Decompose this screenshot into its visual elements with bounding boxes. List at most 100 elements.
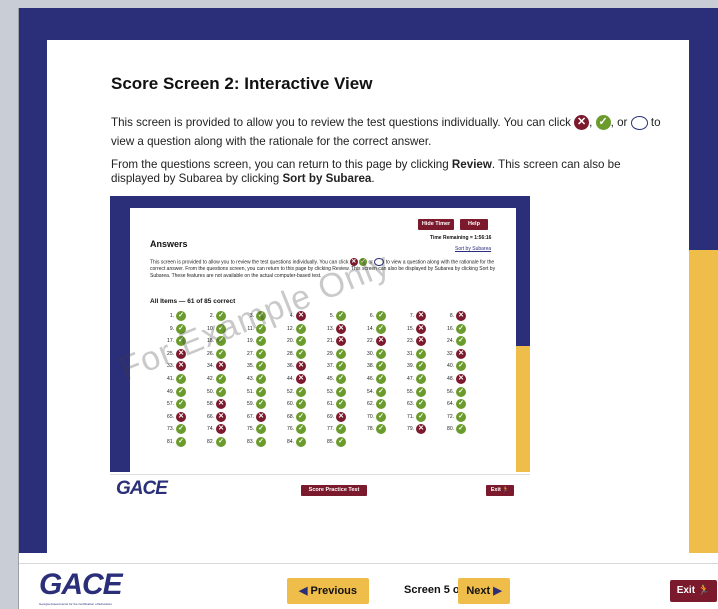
answer-item[interactable]: 59. ✓ (240, 399, 280, 410)
x-circle-icon: ✕ (456, 374, 466, 384)
answer-item[interactable]: 70. ✓ (360, 411, 400, 423)
answer-item-number: 39. (407, 363, 414, 370)
answer-item[interactable]: 40. ✓ (440, 361, 480, 372)
answer-item[interactable]: 31. ✓ (400, 348, 440, 360)
answer-item[interactable]: 7. ✕ (400, 311, 440, 322)
answer-item-number: 32. (447, 350, 454, 357)
answer-item[interactable]: 24. ✓ (440, 336, 480, 347)
answer-item[interactable]: 45. ✓ (320, 374, 360, 385)
x-circle-icon: ✕ (176, 411, 186, 422)
next-button[interactable]: Next ▶ (458, 578, 510, 604)
answer-item-number: 85. (327, 439, 334, 445)
answer-item[interactable]: 32. ✕ (440, 348, 480, 360)
check-circle-icon: ✓ (296, 336, 306, 347)
answer-item[interactable]: 55. ✓ (400, 386, 440, 398)
answer-item[interactable]: 46. ✓ (360, 374, 400, 385)
answer-item[interactable]: 69. ✕ (320, 411, 360, 423)
answer-item[interactable]: 79. ✕ (400, 424, 440, 435)
answer-item[interactable]: 81. ✓ (160, 437, 200, 448)
answer-item[interactable]: 36. ✕ (280, 361, 320, 372)
answer-item[interactable]: 6. ✓ (360, 311, 400, 322)
answer-item[interactable]: 78. ✓ (360, 424, 400, 435)
answer-item[interactable]: 42. ✓ (200, 374, 240, 385)
answer-item[interactable]: 62. ✓ (360, 399, 400, 410)
answer-item[interactable]: 60. ✓ (280, 399, 320, 410)
answer-item[interactable]: 84. ✓ (280, 437, 320, 448)
answer-item[interactable]: 53. ✓ (320, 386, 360, 398)
answer-item[interactable]: 52. ✓ (280, 386, 320, 398)
answer-item[interactable]: 76. ✓ (280, 424, 320, 435)
answer-item[interactable]: 63. ✓ (400, 399, 440, 410)
answer-item-number: 65. (167, 413, 174, 420)
answer-item-number: 74. (207, 426, 214, 433)
answer-item[interactable]: 39. ✓ (400, 361, 440, 372)
check-circle-icon: ✓ (176, 424, 186, 435)
x-circle-icon: ✕ (336, 336, 346, 347)
answer-item[interactable]: 58. ✕ (200, 399, 240, 410)
previous-button[interactable]: ◀ Previous (287, 578, 369, 604)
check-circle-icon: ✓ (416, 361, 426, 372)
answer-item[interactable]: 34. ✕ (200, 361, 240, 372)
answer-item[interactable]: 65. ✕ (160, 411, 200, 423)
answer-item[interactable]: 83. ✓ (240, 437, 280, 448)
answer-item[interactable]: 8. ✕ (440, 311, 480, 322)
answer-item[interactable]: 74. ✕ (200, 424, 240, 435)
answer-item[interactable]: 71. ✓ (400, 411, 440, 423)
answer-item[interactable]: 50. ✓ (200, 386, 240, 398)
answer-item[interactable]: 13. ✕ (320, 323, 360, 335)
answer-item[interactable]: 80. ✓ (440, 424, 480, 435)
sort-by-subarea-link[interactable]: Sort by Subarea (455, 246, 491, 252)
answer-item[interactable]: 30. ✓ (360, 348, 400, 360)
check-circle-icon: ✓ (296, 323, 306, 334)
answer-item[interactable]: 37. ✓ (320, 361, 360, 372)
score-practice-test-button[interactable]: Score Practice Test (301, 485, 367, 496)
answer-item[interactable]: 51. ✓ (240, 386, 280, 398)
answer-item[interactable]: 29. ✓ (320, 348, 360, 360)
answer-item[interactable]: 67. ✕ (240, 411, 280, 423)
answer-item[interactable]: 35. ✓ (240, 361, 280, 372)
answer-item[interactable]: 72. ✓ (440, 411, 480, 423)
answer-item[interactable]: 77. ✓ (320, 424, 360, 435)
answer-item[interactable]: 68. ✓ (280, 411, 320, 423)
answer-item[interactable]: 22. ✕ (360, 336, 400, 347)
answer-item[interactable]: 54. ✓ (360, 386, 400, 398)
exit-button[interactable]: Exit 🏃 (670, 580, 717, 602)
answer-item[interactable]: 64. ✓ (440, 399, 480, 410)
intro-text-or: or (617, 116, 628, 129)
answer-item[interactable]: 14. ✓ (360, 323, 400, 335)
help-button[interactable]: Help (460, 219, 488, 230)
left-banner (19, 8, 47, 553)
answer-item[interactable]: 16. ✓ (440, 323, 480, 335)
answer-item[interactable]: 27. ✓ (240, 348, 280, 360)
answer-item[interactable]: 82. ✓ (200, 437, 240, 448)
check-circle-icon: ✓ (176, 399, 186, 410)
gace-logo: GACE (39, 568, 123, 601)
answer-item[interactable]: 73. ✓ (160, 424, 200, 435)
answer-item-number: 8. (449, 313, 454, 319)
answer-item[interactable]: 49. ✓ (160, 386, 200, 398)
answer-item[interactable]: 57. ✓ (160, 399, 200, 410)
answer-item[interactable]: 85. ✓ (320, 437, 360, 448)
answer-item[interactable]: 56. ✓ (440, 386, 480, 398)
answer-item[interactable]: 15. ✕ (400, 323, 440, 335)
inner-exit-button[interactable]: Exit 🏃 (486, 485, 514, 496)
answer-item[interactable]: 20. ✓ (280, 336, 320, 347)
answer-item[interactable]: 48. ✕ (440, 374, 480, 385)
answer-item[interactable]: 23. ✕ (400, 336, 440, 347)
x-circle-icon: ✕ (216, 399, 226, 410)
answer-item[interactable]: 28. ✓ (280, 348, 320, 360)
answer-item[interactable]: 21. ✕ (320, 336, 360, 347)
answer-item[interactable]: 47. ✓ (400, 374, 440, 385)
answer-item[interactable]: 38. ✓ (360, 361, 400, 372)
hide-timer-button[interactable]: Hide Timer (418, 219, 454, 230)
check-circle-icon: ✓ (376, 323, 386, 334)
answer-item[interactable]: 66. ✕ (200, 411, 240, 423)
answer-item-number: 48. (447, 376, 454, 382)
answer-item[interactable]: 75. ✓ (240, 424, 280, 435)
answer-item[interactable]: 41. ✓ (160, 374, 200, 385)
answer-item[interactable]: 44. ✕ (280, 374, 320, 385)
answer-item[interactable]: 43. ✓ (240, 374, 280, 385)
answer-item[interactable]: 5. ✓ (320, 311, 360, 322)
x-circle-icon: ✕ (216, 424, 226, 435)
answer-item[interactable]: 61. ✓ (320, 399, 360, 410)
